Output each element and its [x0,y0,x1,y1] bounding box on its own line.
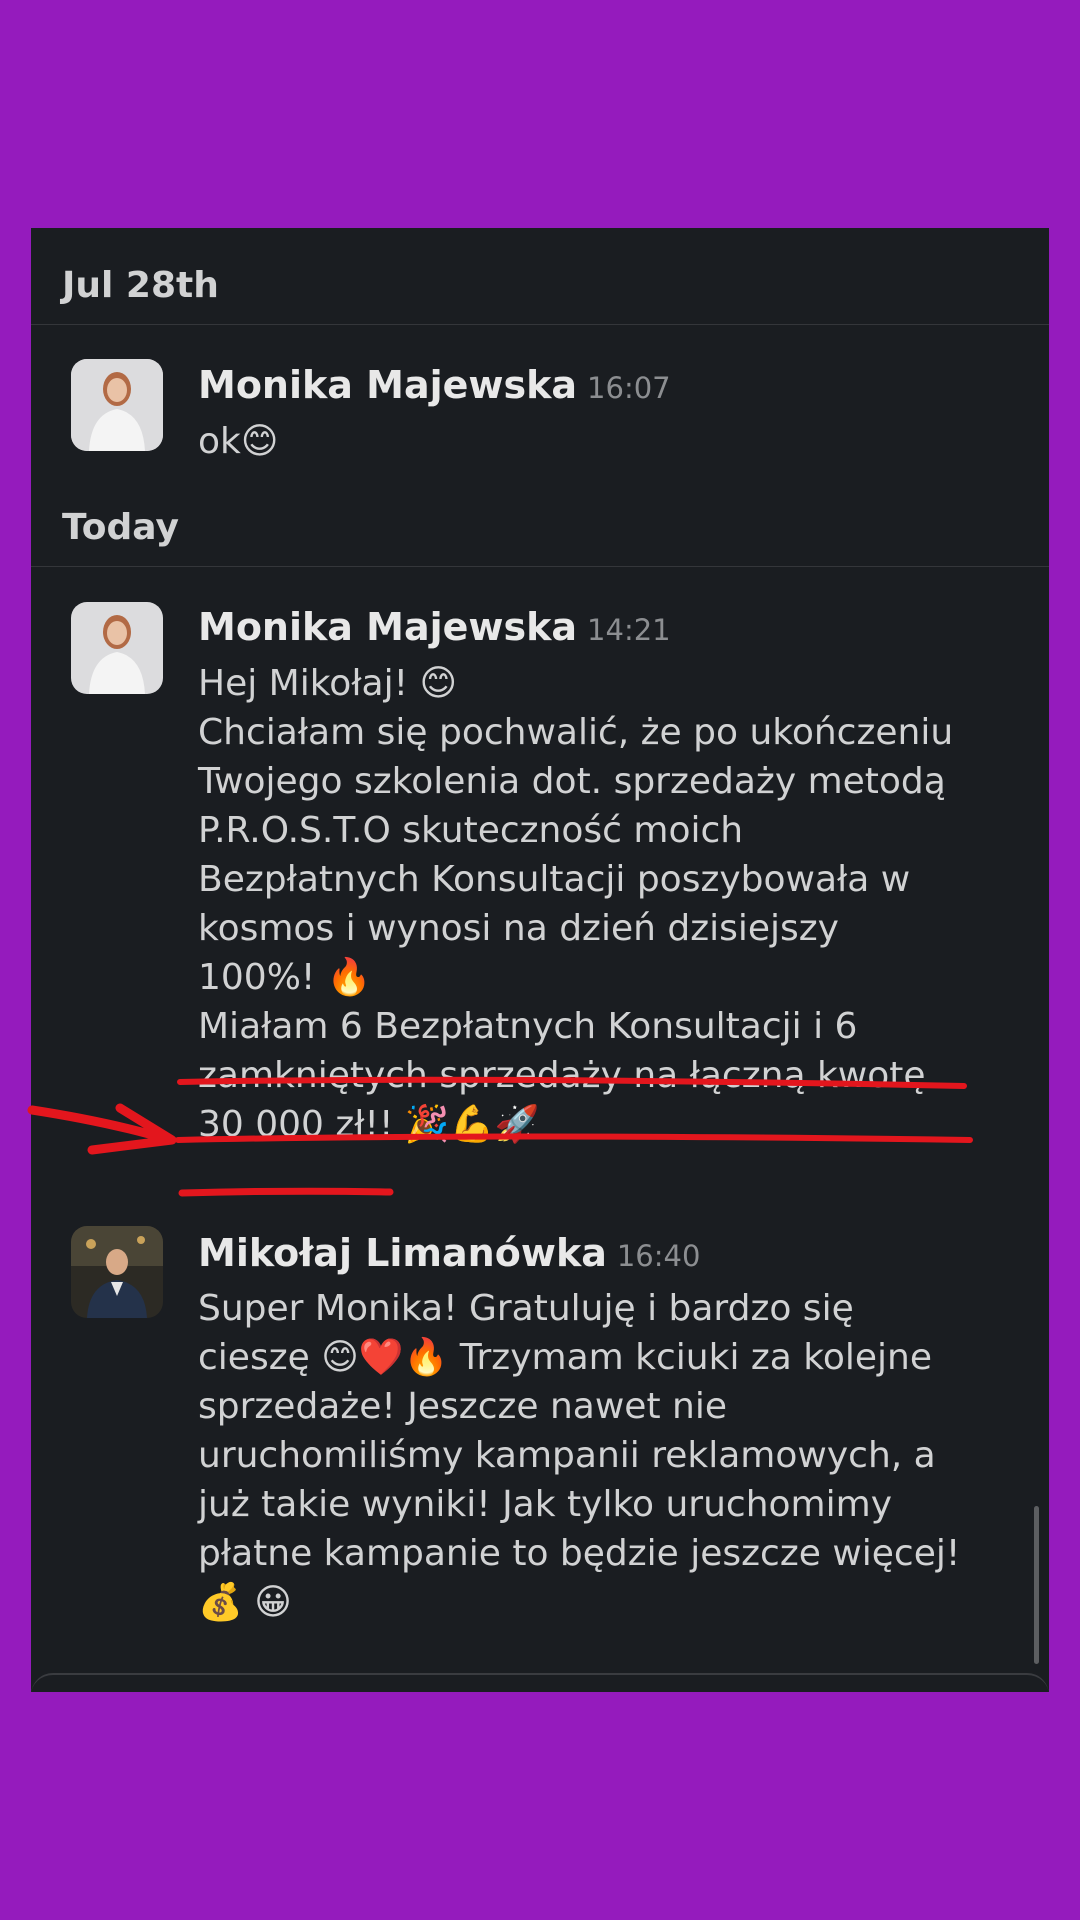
message-text: Hej Mikołaj! 😊 Chciałam się pochwalić, ż… [198,663,954,1145]
timestamp[interactable]: 16:07 [587,371,671,405]
sender-name[interactable]: Mikołaj Limanówka [198,1231,607,1275]
message-header: Mikołaj Limanówka 16:40 [198,1231,700,1275]
sender-name[interactable]: Monika Majewska [198,363,577,407]
message-header: Monika Majewska 16:07 [198,363,671,407]
divider-line [31,566,1049,567]
monika-avatar-icon [71,359,163,451]
date-divider-jul28: Jul 28th [62,265,219,306]
timestamp[interactable]: 16:40 [617,1239,701,1273]
chat-screen: Jul 28th Monika Majewska 16:07 ok😊 Today … [31,228,1049,1692]
monika-avatar-icon [71,602,163,694]
avatar[interactable] [71,602,163,694]
mikolaj-avatar-icon [71,1226,163,1318]
message-text: Super Monika! Gratuluję i bardzo się cie… [198,1288,961,1623]
message-header: Monika Majewska 14:21 [198,605,671,649]
timestamp[interactable]: 14:21 [587,613,671,647]
date-divider-today: Today [62,507,179,548]
divider-line [31,324,1049,325]
message-composer[interactable] [31,1673,1049,1692]
message-text: ok😊 [198,421,279,462]
sender-name[interactable]: Monika Majewska [198,605,577,649]
avatar[interactable] [71,1226,163,1318]
scrollbar[interactable] [1034,1506,1039,1664]
avatar[interactable] [71,359,163,451]
